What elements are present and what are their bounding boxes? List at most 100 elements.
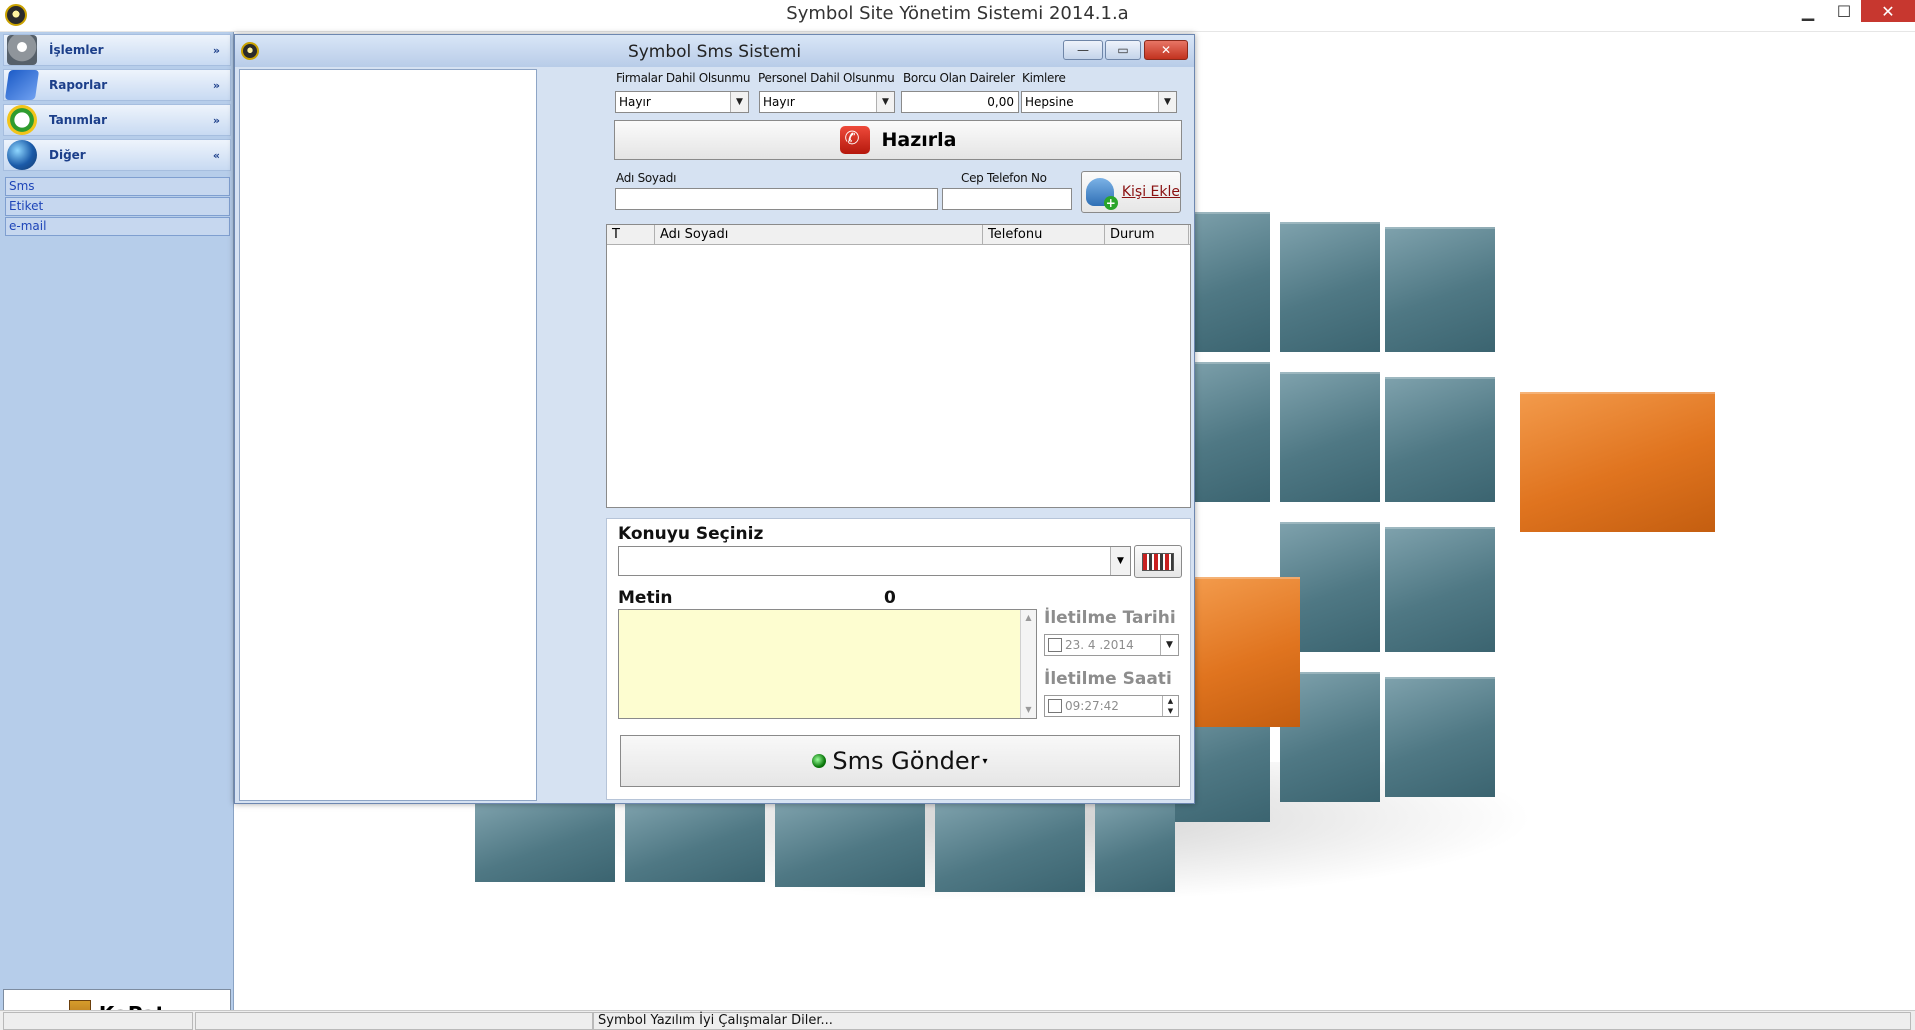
metin-textarea[interactable]: ▲ ▼	[618, 609, 1037, 719]
kimlere-value: Hepsine	[1025, 95, 1074, 109]
main-titlebar: Symbol Site Yönetim Sistemi 2014.1.a ▁ ☐…	[0, 0, 1915, 32]
firmalar-select[interactable]: Hayır ▼	[615, 91, 749, 113]
gear-icon	[7, 35, 37, 65]
metin-label: Metin	[618, 588, 673, 608]
nav-group-label: Diğer	[49, 148, 86, 162]
dropdown-arrow-icon[interactable]: ▼	[1110, 547, 1130, 575]
caret-down-icon[interactable]: ▾	[983, 756, 988, 767]
sms-minimize-button[interactable]: —	[1063, 40, 1103, 60]
bg-cube-orange	[1520, 392, 1715, 532]
sidebar-item-email[interactable]: e-mail	[5, 217, 230, 236]
firmalar-value: Hayır	[619, 95, 651, 109]
ad-soyad-input[interactable]	[615, 188, 938, 210]
bg-cube	[1385, 677, 1495, 797]
kisi-ekle-label: Kişi Ekle	[1121, 184, 1180, 200]
bg-cube-orange	[1195, 577, 1300, 727]
konu-select[interactable]: ▼	[618, 546, 1131, 576]
nav-group-tanimlar[interactable]: Tanımlar »	[3, 104, 231, 136]
chevron-down-icon[interactable]: »	[213, 79, 220, 92]
konu-label: Konuyu Seçiniz	[618, 524, 764, 544]
minimize-button[interactable]: ▁	[1790, 0, 1826, 22]
book-icon	[4, 70, 40, 100]
personel-value: Hayır	[763, 95, 795, 109]
chevron-down-icon[interactable]: »	[213, 44, 220, 57]
dropdown-arrow-icon[interactable]: ▼	[730, 92, 748, 112]
iletilme-saati-label: İletilme Saati	[1044, 669, 1172, 689]
sms-maximize-button[interactable]: ▭	[1105, 40, 1141, 60]
metin-char-count: 0	[884, 588, 896, 608]
metin-scrollbar[interactable]: ▲ ▼	[1020, 610, 1036, 718]
recipient-grid[interactable]: T Adı Soyadı Telefonu Durum	[606, 224, 1191, 508]
scroll-down-icon[interactable]: ▼	[1021, 702, 1036, 718]
col-telefonu[interactable]: Telefonu	[983, 225, 1105, 245]
sms-gonder-button[interactable]: Sms Gönder ▾	[620, 735, 1180, 787]
status-dot-icon	[812, 754, 827, 768]
hazirla-label: Hazırla	[881, 129, 957, 151]
hazirla-button[interactable]: Hazırla	[614, 120, 1182, 160]
tarih-checkbox[interactable]	[1048, 638, 1062, 652]
dropdown-arrow-icon[interactable]: ▼	[1160, 635, 1178, 655]
bg-cube	[1385, 527, 1495, 652]
kisi-ekle-button[interactable]: Kişi Ekle	[1081, 171, 1181, 213]
sms-window-titlebar[interactable]: Symbol Sms Sistemi — ▭ ✕	[235, 35, 1194, 67]
nav-group-label: Raporlar	[49, 78, 108, 92]
nav-group-diger[interactable]: Diğer «	[3, 139, 231, 171]
personel-label: Personel Dahil Olsunmu	[758, 71, 895, 85]
globe-icon	[7, 140, 37, 170]
sms-window-title: Symbol Sms Sistemi	[627, 42, 802, 62]
bg-cube	[935, 802, 1085, 892]
bg-cube	[1280, 372, 1380, 502]
grid-header: T Adı Soyadı Telefonu Durum	[607, 225, 1190, 245]
app-title: Symbol Site Yönetim Sistemi 2014.1.a	[786, 3, 1129, 24]
cep-telefon-label: Cep Telefon No	[961, 171, 1047, 185]
bg-cube	[625, 802, 765, 882]
close-button[interactable]: ✕	[1861, 0, 1915, 22]
status-cell-1	[3, 1012, 193, 1030]
nav-group-islemler[interactable]: İşlemler »	[3, 34, 231, 66]
kimlere-label: Kimlere	[1022, 71, 1066, 85]
sidebar: İşlemler » Raporlar » Tanımlar » Diğer «…	[0, 32, 234, 1030]
recipient-tree-panel[interactable]	[239, 69, 537, 801]
saat-checkbox[interactable]	[1048, 699, 1062, 713]
kimlere-select[interactable]: Hepsine ▼	[1021, 91, 1177, 113]
col-t[interactable]: T	[607, 225, 655, 245]
nav-group-label: İşlemler	[49, 43, 104, 57]
scroll-up-icon[interactable]: ▲	[1021, 610, 1036, 626]
bg-cube	[1280, 222, 1380, 352]
cep-telefon-input[interactable]	[942, 188, 1072, 210]
sidebar-item-etiket[interactable]: Etiket	[5, 197, 230, 216]
status-bar: Symbol Yazılım İyi Çalışmalar Diler...	[0, 1010, 1915, 1030]
sidebar-item-sms[interactable]: Sms	[5, 177, 230, 196]
ad-soyad-label: Adı Soyadı	[616, 171, 677, 185]
col-durum[interactable]: Durum	[1105, 225, 1189, 245]
clock-icon	[7, 105, 37, 135]
konu-edit-button[interactable]	[1134, 545, 1182, 578]
nav-group-raporlar[interactable]: Raporlar »	[3, 69, 231, 101]
template-grid-icon	[1142, 552, 1174, 571]
iletilme-saati-picker[interactable]: 09:27:42 ▲ ▼	[1044, 695, 1179, 717]
sms-close-button[interactable]: ✕	[1144, 40, 1188, 60]
bg-cube	[775, 802, 925, 887]
iletilme-tarihi-picker[interactable]: 23. 4 .2014 ▼	[1044, 634, 1179, 656]
dropdown-arrow-icon[interactable]: ▼	[1158, 92, 1176, 112]
chevron-up-icon[interactable]: «	[213, 149, 220, 162]
app-root: Symbol Site Yönetim Sistemi 2014.1.a ▁ ☐…	[0, 0, 1915, 1030]
iletilme-tarihi-label: İletilme Tarihi	[1044, 608, 1176, 628]
add-person-icon	[1086, 178, 1118, 210]
personel-select[interactable]: Hayır ▼	[759, 91, 895, 113]
bg-cube	[1385, 377, 1495, 502]
status-cell-2	[195, 1012, 593, 1030]
borclu-input[interactable]: 0,00	[901, 91, 1019, 113]
diger-sub-items: Sms Etiket e-mail	[5, 177, 230, 237]
nav-group-label: Tanımlar	[49, 113, 108, 127]
chevron-down-icon[interactable]: »	[213, 114, 220, 127]
saat-value: 09:27:42	[1065, 699, 1119, 713]
col-ad-soyad[interactable]: Adı Soyadı	[655, 225, 983, 245]
firmalar-label: Firmalar Dahil Olsunmu	[616, 71, 751, 85]
maximize-button[interactable]: ☐	[1826, 0, 1862, 22]
dropdown-arrow-icon[interactable]: ▼	[876, 92, 894, 112]
status-message: Symbol Yazılım İyi Çalışmalar Diler...	[593, 1012, 1911, 1030]
borclu-label: Borcu Olan Daireler	[903, 71, 1015, 85]
spin-arrows-icon[interactable]: ▲ ▼	[1162, 696, 1178, 716]
tarih-value: 23. 4 .2014	[1065, 638, 1134, 652]
